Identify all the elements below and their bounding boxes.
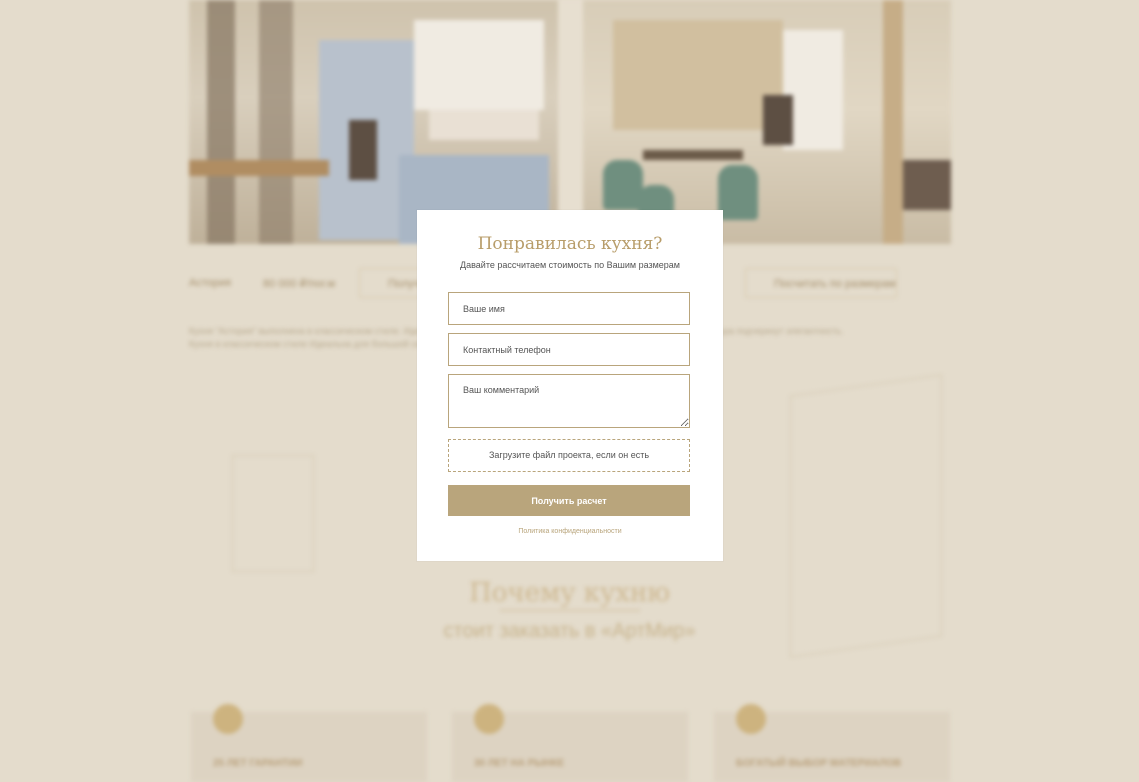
check-icon bbox=[736, 704, 766, 734]
benefit-label: БОГАТЫЙ ВЫБОР МАТЕРИАЛОВ bbox=[736, 758, 902, 769]
comment-textarea[interactable] bbox=[448, 374, 690, 428]
price-label: 80 000 ₽/пог.м bbox=[263, 278, 336, 290]
why-underline bbox=[500, 610, 640, 611]
calculation-modal: Понравилась кухня? Давайте рассчитаем ст… bbox=[417, 210, 723, 561]
privacy-policy-link[interactable]: Политика конфиденциальности bbox=[417, 528, 723, 535]
check-icon bbox=[213, 704, 243, 734]
decor-outline-left bbox=[232, 455, 314, 572]
file-upload-dropzone[interactable]: Загрузите файл проекта, если он есть bbox=[448, 439, 690, 472]
kitchen-photo-right bbox=[583, 0, 951, 244]
why-title: Почему кухню bbox=[469, 578, 670, 608]
phone-input[interactable] bbox=[448, 333, 690, 366]
benefit-label: 30 ЛЕТ НА РЫНКЕ bbox=[474, 758, 565, 769]
benefit-card: 25 ЛЕТ ГАРАНТИИ bbox=[191, 704, 427, 782]
benefit-card: БОГАТЫЙ ВЫБОР МАТЕРИАЛОВ bbox=[714, 704, 950, 782]
benefit-label: 25 ЛЕТ ГАРАНТИИ bbox=[213, 758, 303, 769]
calc-by-size-label-bg: Посчитать по размерам bbox=[774, 278, 896, 290]
kitchen-photos bbox=[189, 0, 951, 244]
decor-outline-right bbox=[790, 374, 942, 658]
modal-title: Понравилась кухня? bbox=[477, 234, 663, 254]
benefit-card: 30 ЛЕТ НА РЫНКЕ bbox=[452, 704, 688, 782]
calc-by-size-button-bg[interactable]: Посчитать по размерам bbox=[745, 268, 897, 298]
get-calculation-button[interactable]: Получить расчет bbox=[448, 485, 690, 516]
modal-subtitle: Давайте рассчитаем стоимость по Вашим ра… bbox=[460, 260, 680, 270]
check-icon bbox=[474, 704, 504, 734]
kitchen-photo-left bbox=[189, 0, 558, 244]
style-name: Астория bbox=[189, 277, 232, 289]
name-input[interactable] bbox=[448, 292, 690, 325]
why-subtitle: стоит заказать в «АртМир» bbox=[443, 620, 696, 642]
